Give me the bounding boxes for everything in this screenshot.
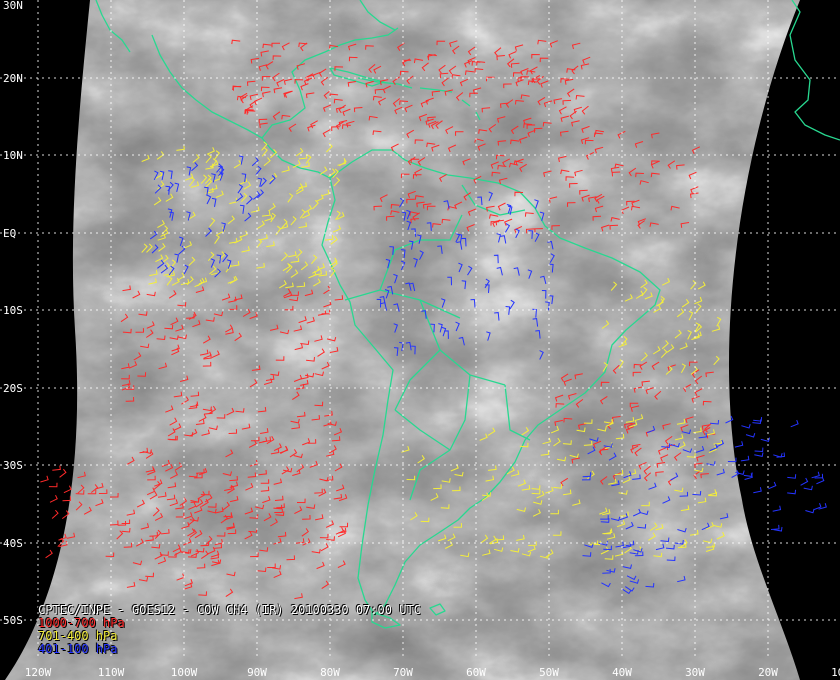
longitude-label: 30W (685, 666, 705, 679)
latitude-label: 20N (3, 72, 23, 85)
legend-high-level: 401-100 hPa (38, 642, 118, 656)
latitude-label: 20S (3, 382, 23, 395)
latitude-label: 10S (3, 304, 23, 317)
longitude-label: 10W (831, 666, 840, 679)
longitude-label: 110W (98, 666, 125, 679)
longitude-label: 60W (466, 666, 486, 679)
latitude-label: 30S (3, 459, 23, 472)
longitude-label: 120W (25, 666, 52, 679)
latitude-label: EQ (3, 227, 16, 240)
longitude-label: 50W (539, 666, 559, 679)
longitude-label: 90W (247, 666, 267, 679)
longitude-label: 40W (612, 666, 632, 679)
longitude-label: 70W (393, 666, 413, 679)
latitude-label: 10N (3, 149, 23, 162)
longitude-label: 80W (320, 666, 340, 679)
longitude-label: 100W (171, 666, 198, 679)
latitude-label: 30N (3, 0, 23, 12)
longitude-label: 20W (758, 666, 778, 679)
satellite-image (5, 0, 800, 680)
satellite-wind-map: 30N 20N 10N EQ 10S 20S 30S 40S 50S 120W 110W 100W 90… (0, 0, 840, 680)
latitude-label: 40S (3, 537, 23, 550)
latitude-label: 50S (3, 614, 23, 627)
